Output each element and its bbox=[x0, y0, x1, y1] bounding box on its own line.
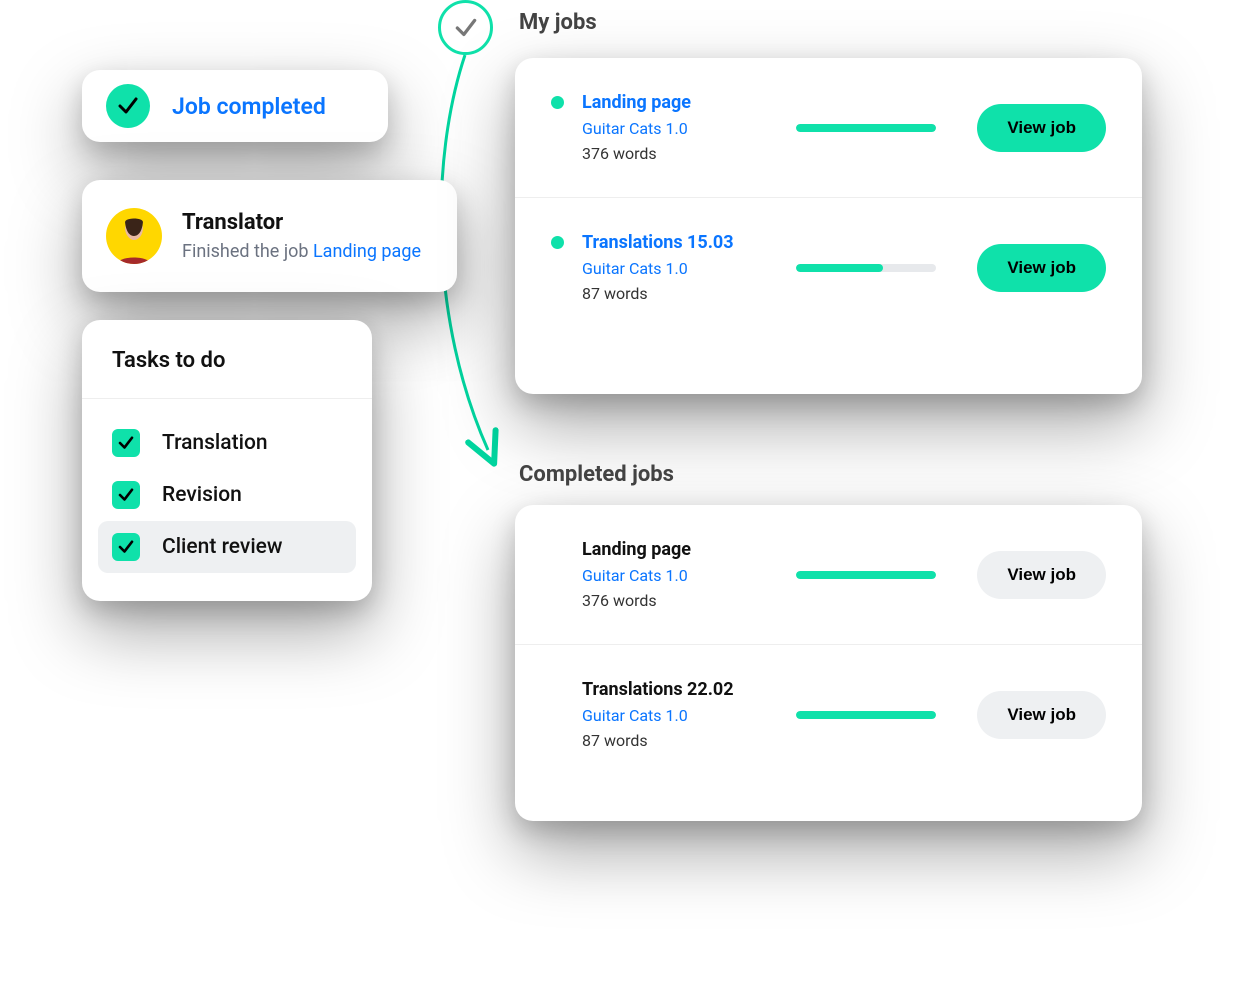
task-label: Client review bbox=[162, 535, 283, 559]
task-item[interactable]: Revision bbox=[98, 469, 356, 521]
task-label: Revision bbox=[162, 483, 242, 507]
task-label: Translation bbox=[162, 431, 268, 455]
task-item[interactable]: Client review bbox=[98, 521, 356, 573]
translator-role: Translator bbox=[182, 210, 421, 235]
job-row: Landing page Guitar Cats 1.0 376 words View… bbox=[515, 58, 1142, 197]
checkbox-icon[interactable] bbox=[112, 481, 140, 509]
status-dot-icon bbox=[551, 96, 564, 109]
translator-desc-text: Finished the job bbox=[182, 241, 313, 262]
job-info: Landing page Guitar Cats 1.0 376 words bbox=[582, 92, 772, 163]
job-word-count: 376 words bbox=[582, 144, 772, 163]
translator-job-link[interactable]: Landing page bbox=[313, 241, 421, 262]
job-completed-card: Job completed bbox=[82, 70, 388, 142]
view-job-button[interactable]: View job bbox=[977, 551, 1106, 599]
check-icon bbox=[106, 84, 150, 128]
progress-bar bbox=[796, 571, 936, 579]
checkbox-icon[interactable] bbox=[112, 533, 140, 561]
view-job-button[interactable]: View job bbox=[977, 244, 1106, 292]
progress-bar bbox=[796, 264, 936, 272]
status-dot-icon bbox=[551, 236, 564, 249]
completed-jobs-title: Completed jobs bbox=[519, 462, 674, 487]
job-row: Translations 15.03 Guitar Cats 1.0 87 word… bbox=[515, 197, 1142, 337]
progress-bar bbox=[796, 124, 936, 132]
job-title: Landing page bbox=[582, 539, 772, 560]
job-title[interactable]: Translations 15.03 bbox=[582, 232, 772, 253]
translator-description: Finished the job Landing page bbox=[182, 241, 421, 262]
job-title: Translations 22.02 bbox=[582, 679, 772, 700]
my-jobs-title: My jobs bbox=[519, 10, 597, 35]
avatar bbox=[106, 208, 162, 264]
job-project-link[interactable]: Guitar Cats 1.0 bbox=[582, 259, 772, 278]
progress-bar bbox=[796, 711, 936, 719]
job-info: Landing page Guitar Cats 1.0 376 words bbox=[582, 539, 772, 610]
completed-jobs-panel: Landing page Guitar Cats 1.0 376 words View… bbox=[515, 505, 1142, 821]
view-job-button[interactable]: View job bbox=[977, 104, 1106, 152]
job-info: Translations 22.02 Guitar Cats 1.0 87 word… bbox=[582, 679, 772, 750]
tasks-header: Tasks to do bbox=[82, 348, 372, 399]
job-word-count: 87 words bbox=[582, 284, 772, 303]
job-completed-label: Job completed bbox=[172, 93, 326, 120]
checkbox-icon[interactable] bbox=[112, 429, 140, 457]
job-info: Translations 15.03 Guitar Cats 1.0 87 word… bbox=[582, 232, 772, 303]
job-title[interactable]: Landing page bbox=[582, 92, 772, 113]
check-icon bbox=[453, 15, 479, 41]
task-list: Translation Revision Client review bbox=[82, 399, 372, 573]
my-jobs-panel: Landing page Guitar Cats 1.0 376 words View… bbox=[515, 58, 1142, 394]
job-row: Translations 22.02 Guitar Cats 1.0 87 word… bbox=[515, 644, 1142, 784]
view-job-button[interactable]: View job bbox=[977, 691, 1106, 739]
job-project-link[interactable]: Guitar Cats 1.0 bbox=[582, 566, 772, 585]
translator-card: Translator Finished the job Landing page bbox=[82, 180, 457, 292]
tasks-card: Tasks to do Translation Revision Client re… bbox=[82, 320, 372, 601]
task-item[interactable]: Translation bbox=[98, 417, 356, 469]
job-project-link[interactable]: Guitar Cats 1.0 bbox=[582, 119, 772, 138]
job-project-link[interactable]: Guitar Cats 1.0 bbox=[582, 706, 772, 725]
job-word-count: 87 words bbox=[582, 731, 772, 750]
job-row: Landing page Guitar Cats 1.0 376 words View… bbox=[515, 505, 1142, 644]
job-word-count: 376 words bbox=[582, 591, 772, 610]
